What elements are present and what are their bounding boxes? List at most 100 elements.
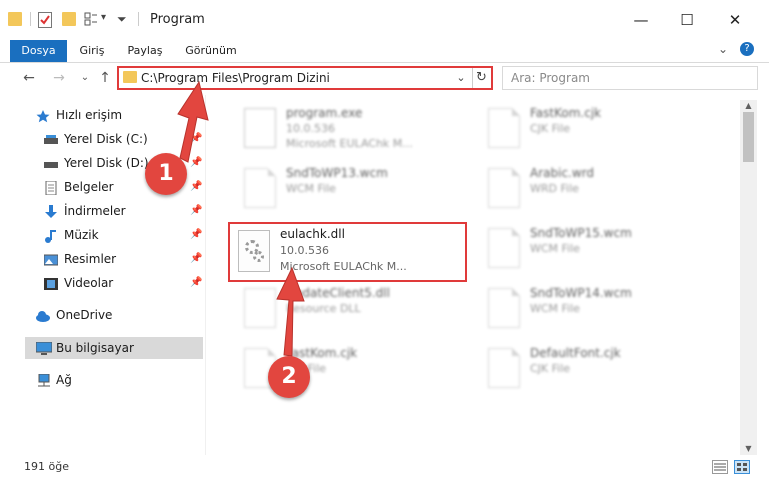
help-icon[interactable]: ? — [740, 42, 754, 56]
file-item[interactable]: SndToWP13.wcm WCM File — [238, 164, 468, 222]
step-badge-2: 2 — [268, 356, 310, 398]
maximize-button[interactable]: ☐ — [664, 4, 710, 36]
close-button[interactable]: ✕ — [712, 4, 758, 36]
pin-icon[interactable]: 📌 — [190, 200, 210, 222]
sidebar-item-network[interactable]: Ağ — [36, 369, 206, 391]
file-item[interactable]: FastKom.cjk CJK File — [482, 104, 732, 162]
folder-icon — [123, 71, 137, 83]
sidebar-item-label: Müzik — [64, 228, 99, 242]
file-name: eulachk.dll — [280, 227, 345, 241]
file-type: CJK File — [530, 362, 571, 375]
search-placeholder: Ara: Program — [511, 71, 590, 85]
ribbon-expand-icon[interactable]: ⌄ — [718, 42, 728, 56]
refresh-button[interactable]: ↻ — [472, 68, 490, 88]
file-icon — [488, 288, 520, 328]
pin-icon[interactable]: 📌 — [190, 272, 210, 294]
new-folder-icon[interactable] — [62, 12, 76, 26]
file-item[interactable]: Arabic.wrd WRD File — [482, 164, 732, 222]
address-bar[interactable]: C:\Program Files\Program Dizini ⌄ ↻ — [117, 66, 493, 90]
tab-view[interactable]: Görünüm — [178, 40, 244, 62]
sidebar-item-music[interactable]: Müzik 📌 — [44, 224, 214, 246]
documents-icon — [44, 180, 58, 196]
customize-view-icon[interactable] — [84, 12, 98, 26]
sidebar-item-this-pc[interactable]: Bu bilgisayar — [35, 337, 206, 359]
tab-share[interactable]: Paylaş — [118, 40, 172, 62]
file-name: SndToWP13.wcm — [286, 166, 388, 180]
scroll-up-icon[interactable]: ▲ — [740, 100, 757, 112]
sidebar-item-label: Belgeler — [64, 180, 114, 194]
network-icon — [36, 373, 50, 387]
file-version: 10.0.536 — [280, 244, 329, 257]
details-view-icon[interactable] — [712, 460, 728, 474]
sidebar-item-pictures[interactable]: Resimler 📌 — [43, 248, 214, 270]
search-input[interactable]: Ara: Program — [502, 66, 758, 90]
dll-icon — [244, 288, 276, 328]
tiles-view-icon[interactable] — [734, 460, 750, 474]
file-icon — [488, 228, 520, 268]
address-dropdown-icon[interactable]: ⌄ — [453, 69, 469, 87]
divider — [30, 12, 31, 26]
file-item[interactable]: DefaultFont.cjk CJK File — [482, 344, 732, 402]
sidebar-item-documents[interactable]: Belgeler 📌 — [44, 176, 214, 198]
file-type: WCM File — [530, 242, 580, 255]
sidebar-item-label: Videolar — [64, 276, 114, 290]
file-item[interactable]: UpdateClient5.dll Resource DLL — [238, 284, 468, 342]
sidebar-item-label: Ağ — [56, 373, 72, 387]
qa-customize-icon[interactable]: ⏷ — [117, 12, 127, 27]
computer-icon — [35, 341, 53, 355]
sidebar-item-label: Bu bilgisayar — [56, 341, 134, 355]
highlighted-file-item[interactable]: eulachk.dll 10.0.536 Microsoft EULAChk M… — [228, 222, 467, 282]
file-version: 10.0.536 — [286, 122, 335, 135]
pin-icon[interactable]: 📌 — [190, 176, 210, 198]
file-description: Microsoft EULAChk M... — [286, 137, 413, 150]
star-icon — [36, 108, 50, 123]
file-item[interactable]: SndToWP15.wcm WCM File — [482, 224, 732, 282]
file-name: SndToWP15.wcm — [530, 226, 632, 240]
sidebar-item-quick-access[interactable]: Hızlı erişim — [36, 104, 206, 126]
tab-file[interactable]: Dosya — [10, 40, 67, 62]
tab-home[interactable]: Giriş — [70, 40, 114, 62]
sidebar-item-onedrive[interactable]: OneDrive — [36, 304, 206, 326]
folder-icon — [8, 12, 22, 26]
scroll-down-icon[interactable]: ▼ — [740, 443, 757, 455]
sidebar-item-label: İndirmeler — [64, 204, 126, 218]
file-name: program.exe — [286, 106, 363, 120]
drive-icon — [44, 132, 58, 146]
sidebar-item-label: OneDrive — [56, 308, 113, 322]
up-button[interactable]: ↑ — [96, 68, 114, 88]
forward-button[interactable]: → — [50, 68, 68, 88]
properties-icon[interactable] — [38, 12, 52, 28]
pin-icon[interactable]: 📌 — [190, 248, 210, 270]
sidebar-item-videos[interactable]: Videolar 📌 — [44, 272, 214, 294]
sidebar-item-local-disk-d[interactable]: Yerel Disk (D:) 📌 — [44, 152, 214, 174]
file-item[interactable]: program.exe 10.0.536 Microsoft EULAChk M… — [238, 104, 468, 162]
sidebar-item-downloads[interactable]: İndirmeler 📌 — [44, 200, 214, 222]
music-icon — [44, 228, 58, 243]
file-type: WCM File — [286, 182, 336, 195]
dll-settings-icon — [238, 230, 270, 272]
address-path[interactable]: C:\Program Files\Program Dizini — [141, 71, 330, 85]
ribbon — [0, 40, 769, 62]
file-icon — [244, 168, 276, 208]
qa-dropdown-icon[interactable]: ▾ — [101, 12, 106, 23]
minimize-button[interactable]: — — [618, 4, 664, 36]
scrollbar-thumb[interactable] — [743, 112, 754, 162]
recent-locations-button[interactable]: ⌄ — [76, 68, 94, 88]
download-icon — [44, 204, 58, 218]
exe-icon — [244, 108, 276, 148]
sidebar-item-label: Yerel Disk (D:) — [64, 156, 149, 170]
drive-icon — [44, 156, 58, 170]
file-name: Arabic.wrd — [530, 166, 595, 180]
item-count: 191 öğe — [24, 460, 69, 473]
pin-icon[interactable]: 📌 — [190, 128, 210, 150]
pin-icon[interactable]: 📌 — [190, 152, 210, 174]
sidebar-item-local-disk-c[interactable]: Yerel Disk (C:) 📌 — [44, 128, 214, 150]
back-button[interactable]: ← — [20, 68, 38, 88]
file-item[interactable]: SndToWP14.wcm WCM File — [482, 284, 732, 342]
file-type: CJK File — [530, 122, 571, 135]
pictures-icon — [43, 252, 59, 266]
file-name: DefaultFont.cjk — [530, 346, 621, 360]
sidebar-item-label: Hızlı erişim — [56, 108, 123, 122]
pin-icon[interactable]: 📌 — [190, 224, 210, 246]
file-icon — [488, 108, 520, 148]
